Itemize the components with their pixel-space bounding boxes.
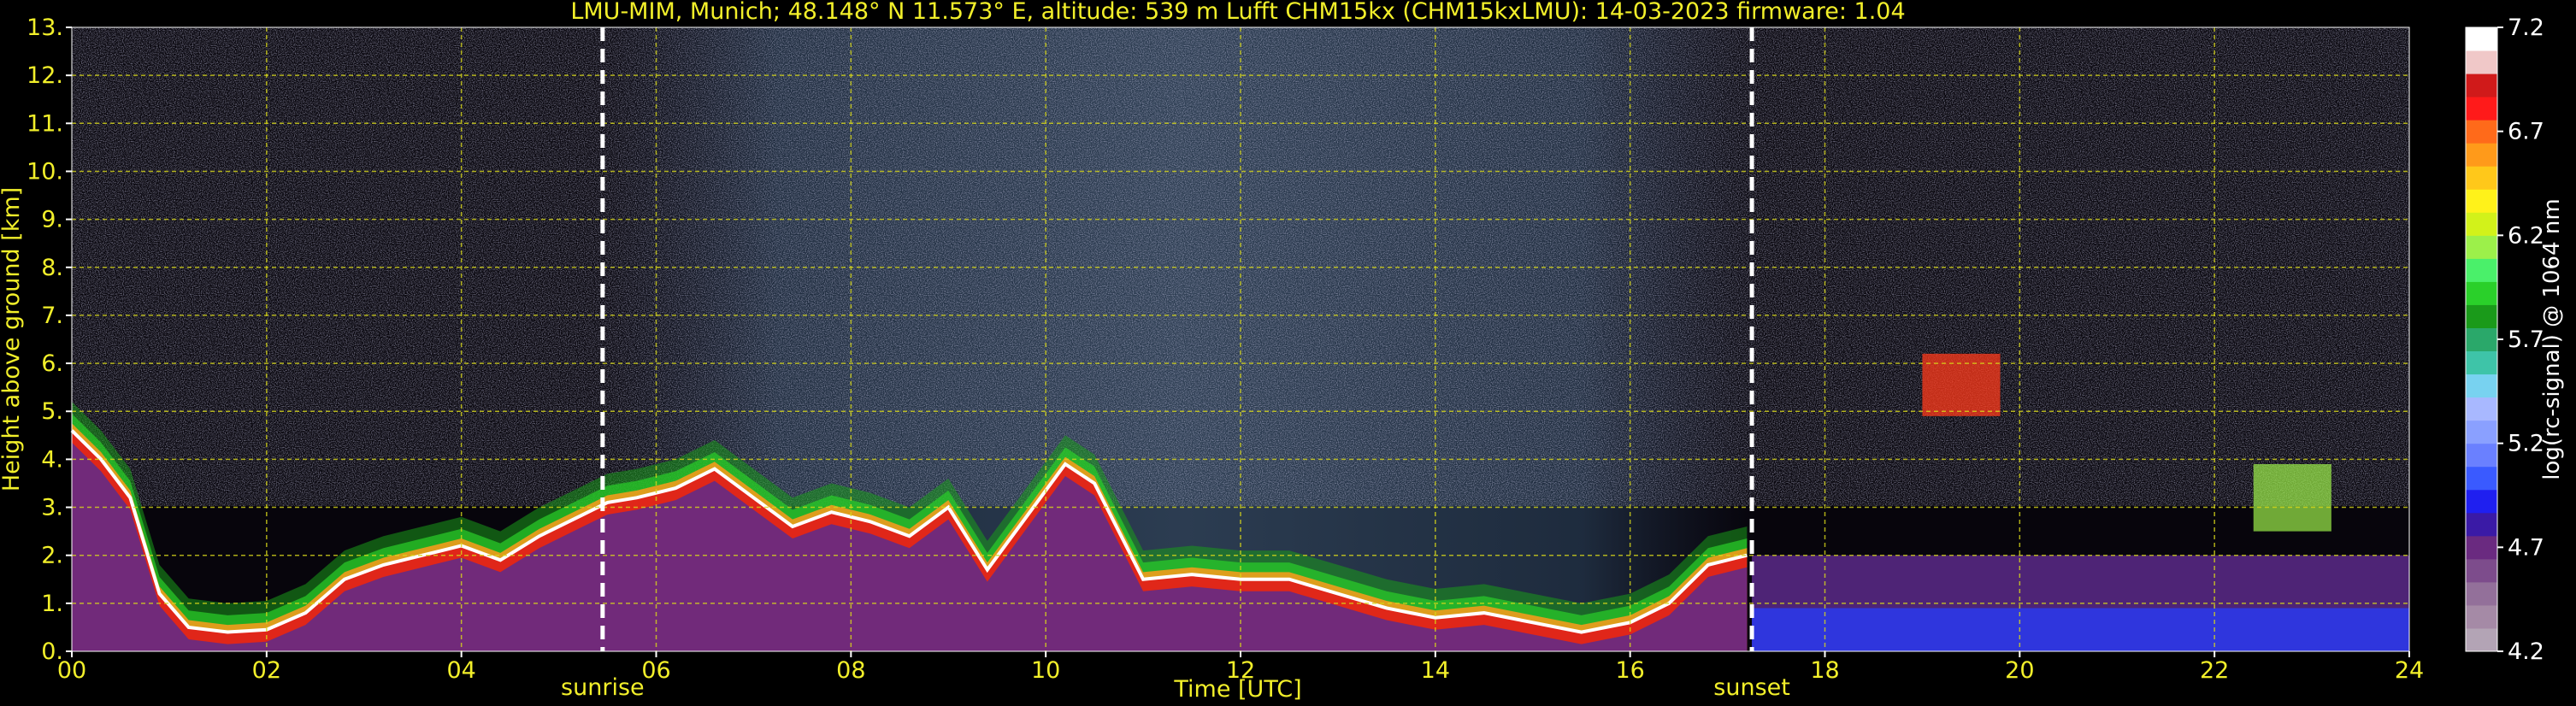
x-tick-label: 14 <box>1421 657 1450 684</box>
colorbar-segment <box>2466 74 2497 97</box>
x-tick-label: 04 <box>446 657 475 684</box>
colorbar-segment <box>2466 50 2497 74</box>
colorbar-segment <box>2466 189 2497 213</box>
colorbar-segment <box>2466 512 2497 537</box>
y-tick-label: 4. <box>41 446 63 473</box>
x-tick-label: 16 <box>1615 657 1644 684</box>
colorbar-segment <box>2466 558 2497 583</box>
colorbar-tick-label: 7.2 <box>2508 15 2544 41</box>
colorbar-tick-label: 6.7 <box>2508 119 2544 145</box>
colorbar-segment <box>2466 581 2497 606</box>
colorbar-segment <box>2466 604 2497 629</box>
y-tick-label: 7. <box>41 303 63 329</box>
colorbar-tick-label: 4.7 <box>2508 534 2544 561</box>
x-tick-label: 06 <box>641 657 670 684</box>
colorbar-segment <box>2466 212 2497 236</box>
colorbar-tick-label: 4.2 <box>2508 638 2544 665</box>
colorbar-label: log(rc-signal) @ 1064 nm <box>2539 198 2565 479</box>
colorbar-segment <box>2466 466 2497 491</box>
x-tick-label: 10 <box>1031 657 1060 684</box>
colorbar-segment <box>2466 304 2497 328</box>
colorbar-segment <box>2466 27 2497 51</box>
x-tick-label: 02 <box>252 657 281 684</box>
colorbar-segment <box>2466 143 2497 167</box>
y-tick-label: 9. <box>41 207 63 233</box>
ceilometer-figure: LMU-MIM, Munich; 48.148° N 11.573° E, al… <box>0 0 2565 703</box>
y-tick-label: 1. <box>41 591 63 617</box>
y-axis-label: Height above ground [km] <box>0 187 25 491</box>
y-tick-label: 3. <box>41 495 63 521</box>
colorbar-segment <box>2466 443 2497 468</box>
night-surface-layer <box>1752 608 2409 651</box>
sunrise-label: sunrise <box>561 674 645 701</box>
y-tick-label: 0. <box>41 638 63 665</box>
colorbar <box>2465 26 2498 652</box>
x-tick-label: 18 <box>1810 657 1839 684</box>
colorbar-segment <box>2466 258 2497 282</box>
colorbar-segment <box>2466 350 2497 375</box>
y-tick-label: 5. <box>41 398 63 425</box>
x-tick-label: 22 <box>2200 657 2229 684</box>
cloud-patch-late <box>2253 464 2331 532</box>
y-tick-label: 13. <box>27 15 63 41</box>
colorbar-segment <box>2466 327 2497 352</box>
y-tick-label: 2. <box>41 543 63 569</box>
plot-area <box>70 26 2410 652</box>
colorbar-segment <box>2466 281 2497 305</box>
colorbar-segment <box>2466 166 2497 190</box>
colorbar-segment <box>2466 97 2497 121</box>
colorbar-segment <box>2466 120 2497 144</box>
colorbar-segment <box>2466 374 2497 398</box>
x-tick-label: 24 <box>2395 657 2424 684</box>
y-tick-label: 11. <box>27 110 63 137</box>
colorbar-segment <box>2466 627 2497 652</box>
x-axis-label: Time [UTC] <box>1173 676 1301 703</box>
colorbar-ticks: 7.26.76.25.75.24.74.2 <box>2497 15 2544 665</box>
y-tick-label: 6. <box>41 350 63 377</box>
x-tick-label: 20 <box>2005 657 2034 684</box>
sunset-label: sunset <box>1713 674 1790 701</box>
y-tick-label: 12. <box>27 62 63 89</box>
y-tick-label: 10. <box>27 158 63 185</box>
x-tick-label: 08 <box>836 657 865 684</box>
y-tick-label: 8. <box>41 255 63 281</box>
colorbar-segment <box>2466 235 2497 259</box>
y-axis-ticks: 0. 1. 2. 3. 4. 5. 6. 7. 8. 9. 10. 11. 12. 13. <box>27 15 72 665</box>
chart-title: LMU-MIM, Munich; 48.148° N 11.573° E, al… <box>570 0 1905 25</box>
colorbar-segment <box>2466 535 2497 560</box>
colorbar-segment <box>2466 397 2497 421</box>
colorbar-segment <box>2466 489 2497 514</box>
colorbar-segment <box>2466 420 2497 444</box>
